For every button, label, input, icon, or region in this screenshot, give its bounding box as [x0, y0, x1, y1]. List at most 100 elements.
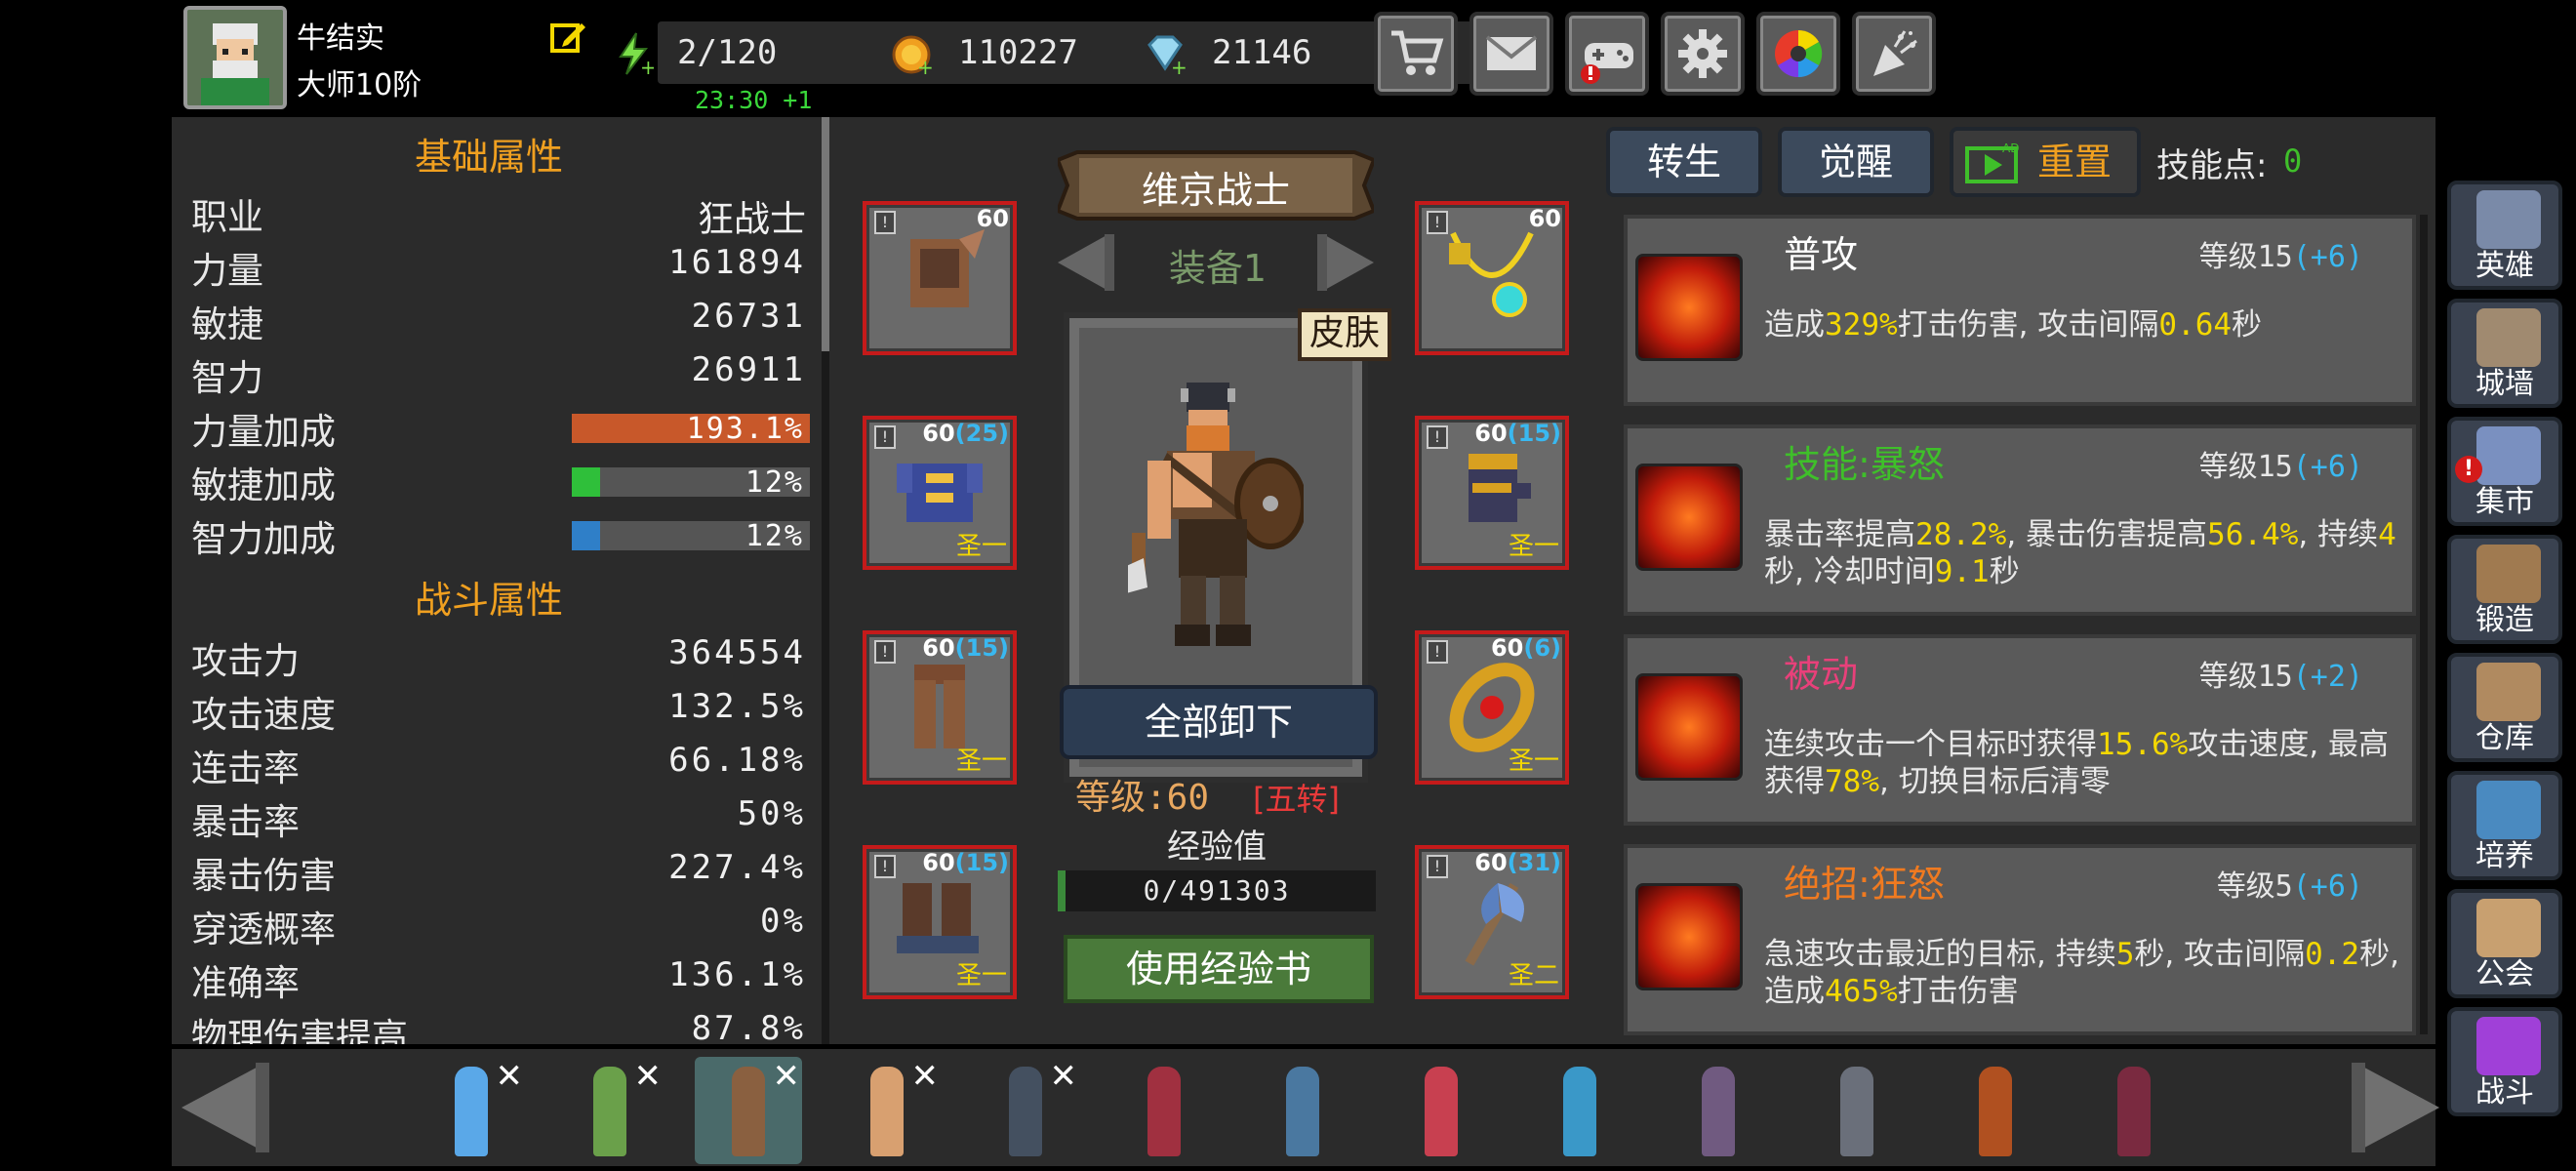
unequip-all-button[interactable]: 全部卸下 [1060, 685, 1378, 759]
stat-value: 364554 [668, 633, 806, 672]
svg-text:+: + [917, 56, 934, 76]
skills-scrollbar[interactable] [2420, 215, 2428, 1034]
hero-warlock[interactable] [1942, 1057, 2049, 1164]
exp-bar: 0/491303 [1058, 870, 1376, 911]
use-exp-book-button[interactable]: 使用经验书 [1064, 935, 1374, 1003]
color-wheel-button[interactable] [1756, 12, 1840, 96]
hero-viking-warrior[interactable]: ✕ [695, 1057, 802, 1164]
skill-level-bonus: (+2) [2292, 660, 2363, 694]
equipment-slot-armor[interactable]: ! 60(25) 圣一 [863, 416, 1017, 570]
hero-valkyrie[interactable]: ✕ [833, 1057, 941, 1164]
hero-gunner[interactable] [1249, 1057, 1356, 1164]
mail-button[interactable] [1469, 12, 1553, 96]
item-level: 60(25) [922, 420, 1009, 447]
skill-value: 465% [1825, 974, 1898, 1009]
hero-sorceress[interactable] [1110, 1057, 1218, 1164]
equipment-slot-helmet[interactable]: ! 60 [863, 201, 1017, 355]
hero-sprite [1979, 1067, 2012, 1156]
stat-row: 智力 26911 [191, 348, 806, 401]
dismiss-icon[interactable]: ✕ [1050, 1057, 1078, 1096]
stat-label: 攻击速度 [191, 694, 336, 736]
skill-text: 急速攻击最近的目标, 持续 [1764, 937, 2116, 972]
edit-name-icon[interactable] [548, 18, 587, 57]
awaken-tab[interactable]: 觉醒 [1778, 127, 1934, 197]
skill-card[interactable]: 被动 等级15(+2) 连续攻击一个目标时获得15.6%攻击速度, 最高获得78%,… [1624, 634, 2416, 826]
helmet-icon [2476, 190, 2541, 249]
fury-fist-icon [1635, 883, 1743, 990]
stat-label: 穿透概率 [191, 909, 336, 950]
stat-row: 攻击力 364554 [191, 631, 806, 684]
hero-knight[interactable] [1803, 1057, 1911, 1164]
sidebar-item-label: 英雄 [2475, 249, 2534, 283]
sidebar-item-6[interactable]: 培养 [2447, 771, 2562, 880]
hero-sprite [593, 1067, 626, 1156]
dismiss-icon[interactable]: ✕ [773, 1057, 801, 1096]
sidebar-item-5[interactable]: 仓库 [2447, 653, 2562, 762]
item-level-value: 60 [1528, 205, 1561, 232]
skill-card[interactable]: 普攻 等级15(+6) 造成329%打击伤害, 攻击间隔0.64秒 [1624, 215, 2416, 406]
next-equip-set-button[interactable] [1313, 228, 1382, 297]
sidebar-item-2[interactable]: 城墙 [2447, 299, 2562, 408]
hero-selector: ✕ ✕ ✕ ✕ ✕ [172, 1049, 2439, 1166]
equipment-slot-pants[interactable]: ! 60(15) 圣一 [863, 630, 1017, 785]
skin-button[interactable]: 皮肤 [1298, 308, 1391, 361]
fireworks-button[interactable] [1852, 12, 1936, 96]
skill-card[interactable]: 技能:暴怒 等级15(+6) 暴击率提高28.2%, 暴击伤害提高56.4%, 持续… [1624, 424, 2416, 616]
gamepad-button[interactable] [1565, 12, 1649, 96]
sidebar-item-label: 锻造 [2475, 603, 2534, 637]
hero-prev-button[interactable] [172, 1059, 279, 1156]
sidebar-item-7[interactable]: 公会 [2447, 889, 2562, 998]
hero-druid[interactable] [1665, 1057, 1772, 1164]
skill-text: , 暴击伤害提高 [2006, 517, 2208, 552]
hero-ice-mage[interactable]: ✕ [418, 1057, 525, 1164]
equipment-slot-necklace[interactable]: ! 60 [1415, 201, 1569, 355]
hero-priestess[interactable] [1388, 1057, 1495, 1164]
dismiss-icon[interactable]: ✕ [634, 1057, 663, 1096]
skill-level: 等级15(+6) [2199, 442, 2363, 485]
equipment-slot-bracelet[interactable]: ! 60(6) 圣一 [1415, 630, 1569, 785]
equipment-slot-gloves[interactable]: ! 60(15) 圣一 [1415, 416, 1569, 570]
hero-next-button[interactable] [2342, 1059, 2449, 1156]
skill-name: 技能:暴怒 [1784, 443, 1945, 486]
item-level: 60(15) [922, 634, 1009, 662]
reset-skills-button[interactable]: AD 重置 [1950, 127, 2141, 197]
equipment-slot-boots[interactable]: ! 60(15) 圣一 [863, 845, 1017, 999]
hero-elf-archer[interactable]: ✕ [556, 1057, 664, 1164]
hero-rogue[interactable]: ✕ [972, 1057, 1079, 1164]
stat-value: 87.8% [691, 1009, 806, 1044]
shop-button[interactable] [1374, 12, 1458, 96]
settings-button[interactable] [1661, 12, 1745, 96]
hero-frost-spirit[interactable] [1526, 1057, 1633, 1164]
rebirth-tab[interactable]: 转生 [1606, 127, 1762, 197]
attributes-panel[interactable]: 基础属性 职业 狂战士 力量 161894 敏捷 26731 智力 26911 … [172, 117, 831, 1044]
sidebar-item-3[interactable]: ! 集市 [2447, 417, 2562, 526]
scrollbar-thumb[interactable] [822, 117, 829, 351]
equipment-slot-weapon[interactable]: ! 60(31) 圣二 [1415, 845, 1569, 999]
dismiss-icon[interactable]: ✕ [496, 1057, 524, 1096]
player-avatar[interactable] [183, 6, 287, 109]
game-screen: 牛结实 大师10阶 + 2/120 23:30 +1 + 110227 + 21… [0, 0, 2576, 1171]
scrollbar[interactable] [822, 117, 829, 1044]
skill-value: 0.2 [2305, 937, 2360, 972]
sidebar-item-1[interactable]: 英雄 [2447, 181, 2562, 290]
item-level-value: 60 [1490, 634, 1524, 662]
sidebar-item-4[interactable]: 锻造 [2447, 535, 2562, 644]
stamina-timer: 23:30 +1 [695, 86, 813, 114]
sidebar-item-8[interactable]: 战斗 [2447, 1007, 2562, 1116]
skill-value: 5 [2115, 937, 2135, 972]
skill-value: 15.6% [2097, 727, 2189, 762]
dismiss-icon[interactable]: ✕ [911, 1057, 940, 1096]
gamepad-icon [1581, 43, 1633, 84]
cart-icon [1391, 30, 1444, 75]
skill-value: 9.1 [1934, 554, 1990, 589]
svg-text:+: + [640, 56, 654, 76]
item-level-value: 60 [976, 205, 1009, 232]
item-grade: 圣二 [1508, 961, 1559, 990]
hero-assassin[interactable] [2080, 1057, 2188, 1164]
prev-equip-set-button[interactable] [1050, 228, 1118, 297]
skill-description: 连续攻击一个目标时获得15.6%攻击速度, 最高获得78%, 切换目标后清零 [1764, 726, 2408, 800]
stat-label: 连击率 [191, 747, 300, 789]
bar-value: 12% [745, 519, 804, 553]
skill-name: 绝招:狂怒 [1784, 863, 1945, 906]
skill-card[interactable]: 绝招:狂怒 等级5(+6) 急速攻击最近的目标, 持续5秒, 攻击间隔0.2秒, 造… [1624, 844, 2416, 1035]
